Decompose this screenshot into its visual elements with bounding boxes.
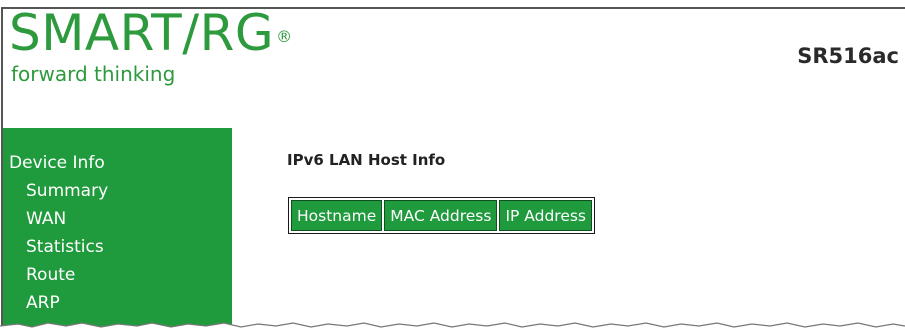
brand-logo: SMART/RG ® forward thinking bbox=[9, 7, 293, 85]
page-title: IPv6 LAN Host Info bbox=[287, 151, 446, 169]
ipv6-host-table: Hostname MAC Address IP Address bbox=[288, 197, 596, 234]
column-header-mac-address: MAC Address bbox=[384, 200, 498, 231]
sidebar-item-device-info[interactable]: Device Info bbox=[9, 153, 105, 173]
sidebar-item-wan[interactable]: WAN bbox=[26, 209, 66, 229]
sidebar-item-route[interactable]: Route bbox=[26, 265, 75, 285]
brand-tagline: forward thinking bbox=[11, 62, 176, 86]
sidebar-item-summary[interactable]: Summary bbox=[26, 181, 108, 201]
router-admin-page: SMART/RG ® forward thinking SR516ac Devic… bbox=[0, 0, 905, 331]
sidebar-nav: Device Info Summary WAN Statistics Route… bbox=[3, 128, 232, 331]
registered-mark: ® bbox=[276, 27, 293, 46]
table-header-row: Hostname MAC Address IP Address bbox=[291, 200, 593, 231]
sidebar-item-statistics[interactable]: Statistics bbox=[26, 237, 104, 257]
brand-wordmark: SMART/RG ® bbox=[9, 7, 293, 59]
column-header-hostname: Hostname bbox=[291, 200, 383, 231]
device-model: SR516ac bbox=[797, 44, 899, 68]
torn-edge-divider bbox=[0, 322, 905, 331]
brand-name: SMART/RG bbox=[9, 4, 275, 62]
column-header-ip-address: IP Address bbox=[499, 200, 593, 231]
sidebar-item-arp[interactable]: ARP bbox=[26, 293, 60, 313]
